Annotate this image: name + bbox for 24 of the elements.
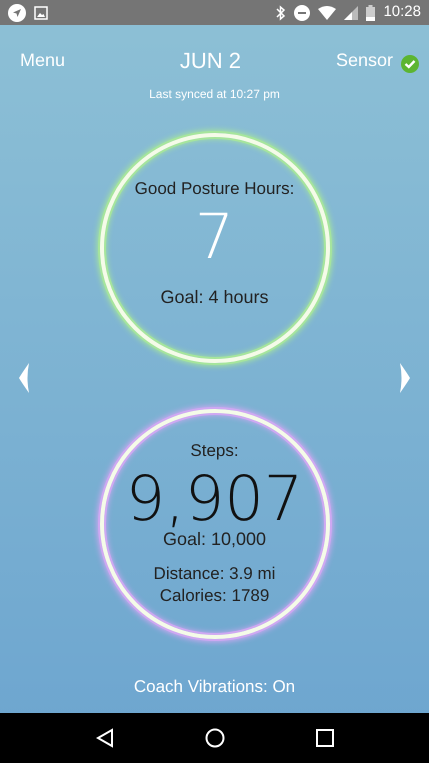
battery-icon	[366, 4, 376, 20]
sensor-link[interactable]: Sensor	[336, 47, 393, 74]
bluetooth-icon	[276, 4, 286, 20]
do-not-disturb-icon	[294, 4, 310, 20]
image-icon	[34, 6, 48, 20]
navigation-icon	[8, 4, 26, 22]
metric-value: 7	[194, 205, 234, 269]
goal-text: Goal: 4 hours	[160, 287, 269, 307]
goal-text: Goal: 10,000	[162, 529, 266, 549]
signal-icon	[344, 6, 358, 20]
back-icon[interactable]	[96, 728, 114, 748]
detail-text: Distance: 3.9 mi	[154, 563, 276, 585]
metric-value: 9,907	[126, 467, 304, 531]
metric-title: Good Posture Hours:	[134, 179, 294, 199]
metric-title: Steps:	[190, 441, 239, 461]
home-icon[interactable]	[204, 728, 224, 748]
clock-time: 10:28	[383, 2, 421, 22]
menu-link[interactable]: Menu	[20, 47, 66, 74]
recents-icon[interactable]	[316, 729, 334, 747]
detail-text: Calories: 1789	[160, 585, 270, 607]
wifi-icon	[318, 6, 336, 20]
last-synced-text: Last synced at 10:27 pm	[149, 86, 280, 103]
date-title: JUN 2	[180, 47, 242, 75]
coach-vibrations-text: Coach Vibrations: On	[134, 676, 296, 698]
